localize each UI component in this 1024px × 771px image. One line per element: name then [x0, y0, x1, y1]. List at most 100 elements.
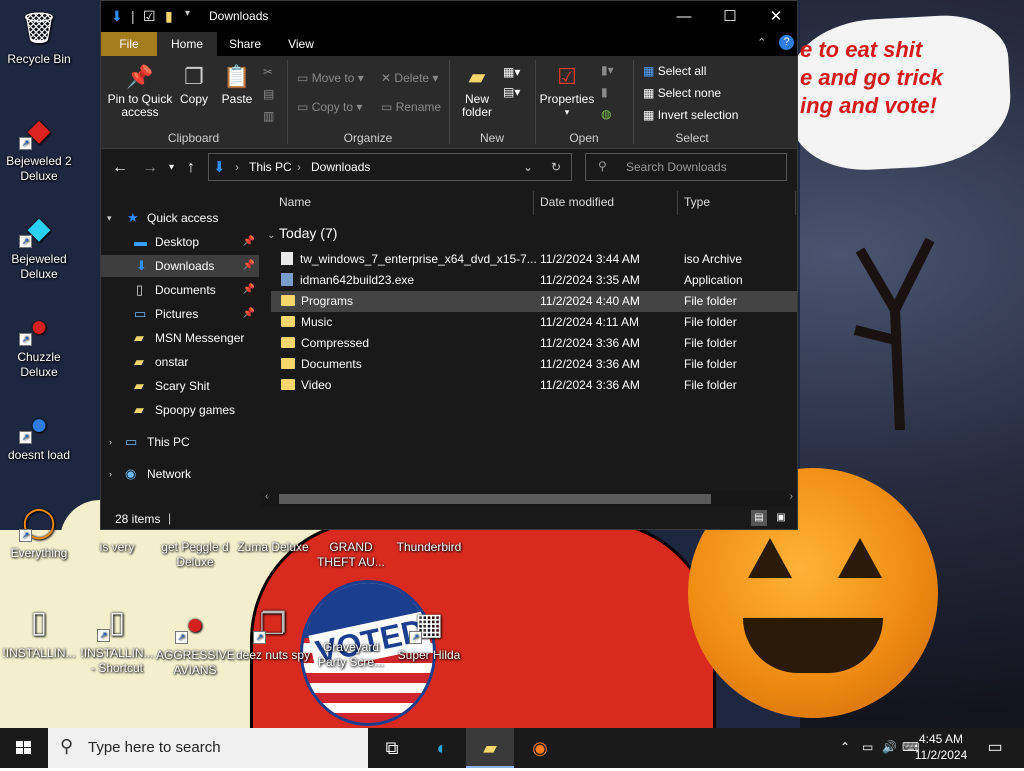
breadcrumb-this-pc[interactable]: This PC [249, 160, 292, 174]
select-all-button[interactable]: ▦ Select all [643, 63, 706, 79]
properties-quick-icon[interactable]: ☑ [143, 8, 156, 25]
nav-documents[interactable]: ▯ Documents 📌 [101, 279, 259, 301]
file-row[interactable]: tw_windows_7_enterprise_x64_dvd_x15-7...… [271, 249, 797, 270]
nav-onstar[interactable]: ▰ onstar [101, 351, 259, 373]
delete-button[interactable]: ✕ Delete ▾ [381, 70, 438, 86]
desktop-icon-chuzzle[interactable]: ● ↗ Chuzzle Deluxe [0, 306, 78, 380]
cut-icon[interactable]: ✂ [263, 64, 273, 80]
column-header-type[interactable]: Type [684, 187, 710, 217]
invert-selection-button[interactable]: ▦ Invert selection [643, 107, 738, 123]
collapse-ribbon-icon[interactable]: ⌃ [757, 36, 766, 49]
file-explorer-taskbar-icon[interactable]: ▰ [466, 728, 514, 768]
clock[interactable]: 4:45 AM 11/2/2024 [910, 728, 972, 768]
nav-quick-access[interactable]: ▾ ★ Quick access [101, 207, 259, 229]
open-icon[interactable]: ▮▾ [601, 62, 614, 78]
title-bar[interactable]: ⬇ | ☑ ▮ ▾ Downloads — ☐ ✕ [101, 1, 797, 32]
search-input[interactable]: Search Downloads [626, 160, 727, 174]
start-button[interactable] [0, 728, 48, 768]
maximize-button[interactable]: ☐ [707, 1, 753, 32]
paste-shortcut-icon[interactable]: ▥ [263, 108, 274, 124]
group-header-today[interactable]: ⌄ Today (7) [267, 225, 337, 241]
file-row[interactable]: Video 11/2/2024 3:36 AM File folder [271, 375, 797, 396]
scroll-right-icon[interactable]: › [790, 491, 793, 502]
column-header-name[interactable]: Name [279, 187, 311, 217]
new-folder-button[interactable]: ▰ New folder [455, 64, 499, 119]
desktop-icon-installing-shortcut[interactable]: ▯ ↗ !INSTALLIN... - Shortcut [78, 602, 156, 676]
file-row[interactable]: Music 11/2/2024 4:11 AM File folder [271, 312, 797, 333]
task-view-icon[interactable]: ⧉ [368, 728, 416, 768]
tab-file[interactable]: File [101, 32, 157, 56]
copy-button[interactable]: ❐ Copy [177, 64, 211, 106]
paste-button[interactable]: 📋 Paste [219, 64, 255, 106]
taskbar-search-box[interactable]: ⚲ Type here to search [48, 728, 368, 768]
file-explorer-window[interactable]: ⬇ | ☑ ▮ ▾ Downloads — ☐ ✕ File Home Shar… [100, 0, 798, 530]
forward-button[interactable]: → [142, 159, 158, 177]
collapse-chevron-icon[interactable]: ⌄ [267, 230, 275, 241]
tab-view[interactable]: View [273, 32, 329, 56]
desktop-icon-installing[interactable]: ▯ !INSTALLIN... [0, 602, 78, 661]
horizontal-scrollbar[interactable]: ‹ › [261, 491, 797, 507]
move-to-button[interactable]: ▭ Move to ▾ [297, 70, 364, 86]
refresh-icon[interactable]: ↻ [551, 160, 561, 174]
edge-icon[interactable]: ◐ [418, 728, 466, 768]
nav-desktop[interactable]: ▬ Desktop 📌 [101, 231, 259, 253]
desktop-icon-bejeweled[interactable]: ◆ ↗ Bejeweled Deluxe [0, 208, 78, 282]
show-hidden-icons-icon[interactable]: ⌃ [840, 740, 850, 754]
desktop-icon-peggle[interactable]: get Peggle d Deluxe [156, 540, 234, 570]
notifications-icon[interactable]: ▭ [980, 728, 1010, 768]
file-row[interactable]: Documents 11/2/2024 3:36 AM File folder [271, 354, 797, 375]
column-separator[interactable] [795, 191, 796, 215]
large-icons-view-icon[interactable]: ▣ [773, 510, 789, 526]
desktop-icon-is-very[interactable]: is very [78, 540, 156, 555]
column-separator[interactable] [677, 191, 678, 215]
network-icon[interactable]: ▭ [862, 740, 873, 754]
desktop-icon-doesnt-load[interactable]: ● ↗ doesnt load [0, 404, 78, 463]
file-row[interactable]: idman642build23.exe 11/2/2024 3:35 AM Ap… [271, 270, 797, 291]
volume-icon[interactable]: 🔊 [882, 740, 897, 754]
pin-quick-access-button[interactable]: 📌 Pin to Quick access [107, 64, 173, 119]
back-button[interactable]: ← [112, 159, 128, 177]
nav-downloads[interactable]: ⬇ Downloads 📌 [101, 255, 259, 277]
search-box[interactable]: ⚲ Search Downloads [585, 153, 787, 181]
help-icon[interactable]: ? [779, 35, 794, 50]
tab-share[interactable]: Share [217, 32, 273, 56]
column-header-date[interactable]: Date modified [540, 187, 614, 217]
expand-chevron-icon[interactable]: › [109, 463, 112, 485]
file-row[interactable]: Compressed 11/2/2024 3:36 AM File folder [271, 333, 797, 354]
desktop-icon-gta[interactable]: GRAND THEFT AU... [312, 540, 390, 570]
desktop-icon-deez-nuts-spy[interactable]: ❐ ↗ deez nuts spy [234, 604, 312, 663]
desktop-icon-thunderbird[interactable]: Thunderbird [390, 540, 468, 555]
nav-this-pc[interactable]: › ▭ This PC [101, 431, 259, 453]
desktop-icon-everything[interactable]: ◯ ↗ Everything [0, 502, 78, 561]
edit-icon[interactable]: ▮ [601, 84, 608, 100]
nav-scary-shit[interactable]: ▰ Scary Shit [101, 375, 259, 397]
history-icon[interactable]: ◍ [601, 106, 611, 122]
nav-msn-messenger[interactable]: ▰ MSN Messenger [101, 327, 259, 349]
column-separator[interactable] [533, 191, 534, 215]
tab-home[interactable]: Home [157, 32, 217, 56]
desktop-icon-zuma[interactable]: Zuma Deluxe [234, 540, 312, 555]
breadcrumb-downloads[interactable]: Downloads [311, 160, 370, 174]
customize-quick-access-icon[interactable]: ▾ [185, 8, 190, 25]
new-item-icon[interactable]: ▦▾ [503, 64, 520, 80]
rename-button[interactable]: ▭ Rename [381, 99, 441, 115]
expand-chevron-icon[interactable]: › [109, 431, 112, 453]
copy-to-button[interactable]: ▭ Copy to ▾ [297, 99, 362, 115]
nav-pictures[interactable]: ▭ Pictures 📌 [101, 303, 259, 325]
desktop-icon-recycle-bin[interactable]: 🗑 Recycle Bin [0, 8, 78, 67]
nav-spoopy-games[interactable]: ▰ Spoopy games [101, 399, 259, 421]
desktop-icon-graveyard[interactable]: Graveyard Party Scre... [312, 640, 390, 670]
desktop-icon-super-hilda[interactable]: ▦ ↗ Super Hilda [390, 604, 468, 663]
desktop-icon-aggressive-avians[interactable]: ● ↗ AGGRESSIVE AVIANS [156, 604, 235, 678]
scroll-left-icon[interactable]: ‹ [265, 491, 268, 502]
nav-network[interactable]: › ◉ Network [101, 463, 259, 485]
file-list[interactable]: Name Date modified Type ⌄ Today (7) tw_w… [261, 187, 797, 497]
up-button[interactable]: ↑ [187, 159, 195, 177]
minimize-button[interactable]: — [661, 1, 707, 32]
scrollbar-thumb[interactable] [279, 494, 711, 504]
firefox-icon[interactable]: ◉ [516, 728, 564, 768]
address-bar[interactable]: ⬇ › This PC › Downloads ⌄ ↻ [208, 153, 572, 181]
desktop-icon-bejeweled-2[interactable]: ◆ ↗ Bejeweled 2 Deluxe [0, 110, 78, 184]
new-folder-quick-icon[interactable]: ▮ [165, 8, 173, 25]
details-view-icon[interactable]: ▤ [751, 510, 767, 526]
